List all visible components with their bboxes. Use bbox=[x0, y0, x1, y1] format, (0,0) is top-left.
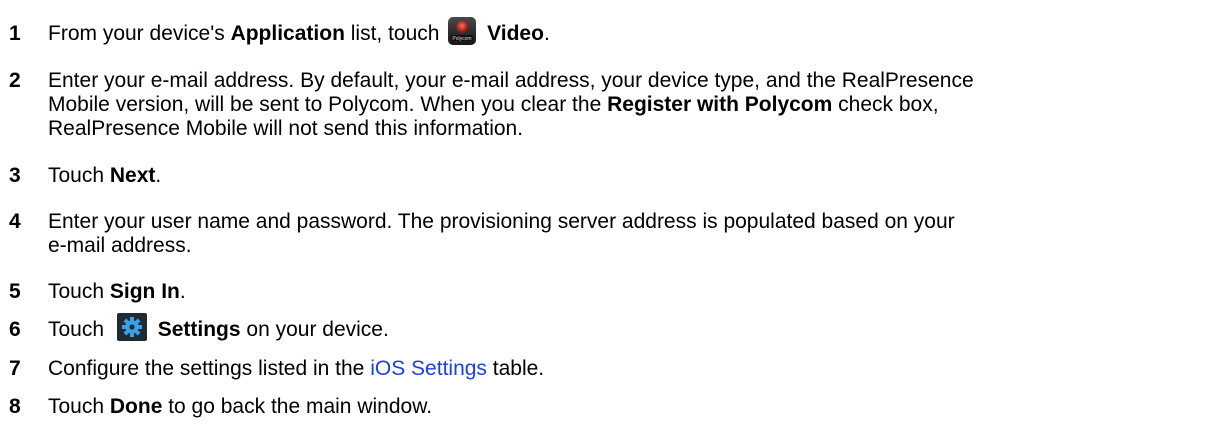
polycom-video-app-icon: Polycom bbox=[447, 16, 477, 46]
step-number: 2 bbox=[9, 69, 21, 92]
step-text: Touch Next. bbox=[48, 164, 162, 187]
step-text: Configure the settings listed in the iOS… bbox=[48, 357, 545, 380]
step-number: 8 bbox=[9, 395, 21, 418]
step-number: 7 bbox=[9, 357, 21, 380]
ios-settings-link[interactable]: iOS Settings bbox=[370, 357, 487, 380]
step-number: 5 bbox=[9, 280, 21, 303]
step-text: Touch Done to go back the main window. bbox=[48, 395, 433, 418]
step-text: From your device's Application list, tou… bbox=[48, 17, 1208, 46]
step-text: Touch Sign In. bbox=[48, 280, 186, 303]
polycom-icon-label: Polycom bbox=[453, 36, 472, 42]
step-text: Enter your e-mail address. By default, y… bbox=[48, 69, 974, 140]
step-number: 1 bbox=[9, 22, 21, 45]
settings-gear-icon bbox=[116, 312, 148, 342]
step-number: 3 bbox=[9, 164, 21, 187]
step-number: 6 bbox=[9, 318, 21, 341]
step-number: 4 bbox=[9, 210, 21, 233]
step-text: Touch Settings on your device. bbox=[48, 313, 1208, 342]
step-text: Enter your user name and password. The p… bbox=[48, 210, 955, 257]
